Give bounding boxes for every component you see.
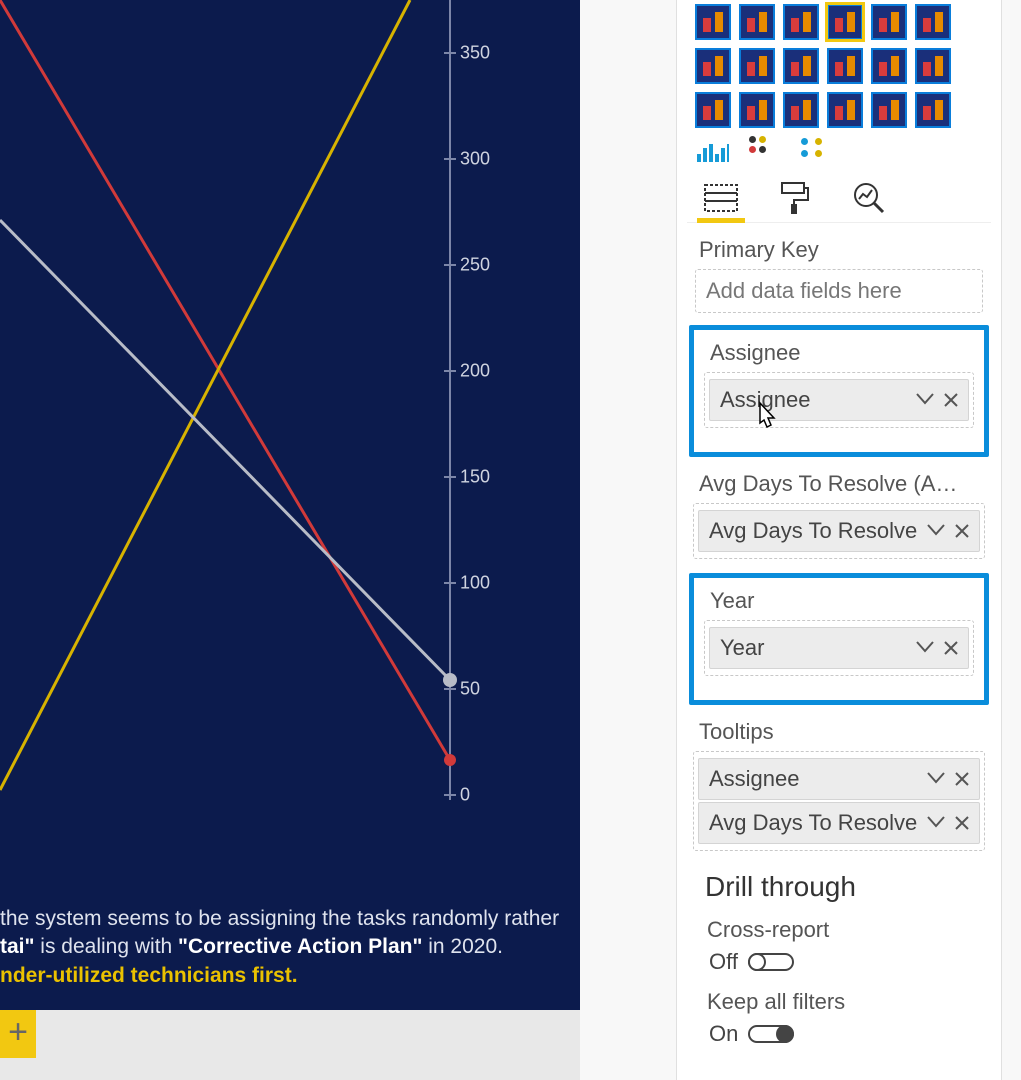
- viz-tile[interactable]: [915, 48, 951, 84]
- remove-field-icon[interactable]: [955, 772, 969, 786]
- visual-gallery: [687, 0, 991, 162]
- fields-icon: [704, 184, 738, 212]
- viz-tile-extra[interactable]: [801, 136, 833, 162]
- viz-tile[interactable]: [739, 92, 775, 128]
- field-pill-label: Avg Days To Resolve: [709, 810, 917, 836]
- viz-tile[interactable]: [695, 48, 731, 84]
- viz-tile[interactable]: [695, 92, 731, 128]
- chevron-down-icon[interactable]: [916, 393, 934, 407]
- format-tab[interactable]: [775, 182, 815, 222]
- viz-tile[interactable]: [783, 92, 819, 128]
- drill-through-header: Drill through: [705, 871, 991, 903]
- y-tick-0: 0: [460, 785, 470, 806]
- pane-tabs: [687, 176, 991, 223]
- chevron-down-icon[interactable]: [916, 641, 934, 655]
- remove-field-icon[interactable]: [955, 524, 969, 538]
- year-highlight: Year Year: [689, 573, 989, 705]
- viz-tile[interactable]: [871, 4, 907, 40]
- field-pill-label: Assignee: [709, 766, 800, 792]
- avg-days-label: Avg Days To Resolve (Assign…: [699, 471, 959, 497]
- analytics-tab[interactable]: [849, 182, 889, 222]
- keep-filters-toggle[interactable]: [748, 1025, 794, 1043]
- chevron-down-icon[interactable]: [927, 524, 945, 538]
- page-tab-bar: +: [0, 1010, 580, 1080]
- field-pill-label: Avg Days To Resolve: [709, 518, 917, 544]
- primary-key-well[interactable]: Add data fields here: [695, 269, 983, 313]
- avg-days-field-pill[interactable]: Avg Days To Resolve: [698, 510, 980, 552]
- chevron-down-icon[interactable]: [927, 816, 945, 830]
- y-tick-250: 250: [460, 255, 490, 276]
- year-label: Year: [710, 588, 980, 614]
- y-tick-50: 50: [460, 679, 480, 700]
- viz-tile-extra[interactable]: [697, 136, 729, 162]
- avg-days-well[interactable]: Avg Days To Resolve: [693, 503, 985, 559]
- viz-tile[interactable]: [827, 48, 863, 84]
- year-field-pill[interactable]: Year: [709, 627, 969, 669]
- y-tick-150: 150: [460, 467, 490, 488]
- viz-tile[interactable]: [915, 92, 951, 128]
- tooltip-field-pill[interactable]: Avg Days To Resolve: [698, 802, 980, 844]
- assignee-label: Assignee: [710, 340, 980, 366]
- insight-text: the system seems to be assigning the tas…: [0, 905, 571, 990]
- assignee-well[interactable]: Assignee: [704, 372, 974, 428]
- viz-tile[interactable]: [783, 4, 819, 40]
- viz-tile[interactable]: [739, 48, 775, 84]
- cross-report-label: Cross-report: [707, 917, 991, 943]
- analytics-icon: [852, 181, 886, 215]
- assignee-highlight: Assignee Assignee: [689, 325, 989, 457]
- primary-key-label: Primary Key: [699, 237, 991, 263]
- y-tick-350: 350: [460, 43, 490, 64]
- visualizations-panel: Primary Key Add data fields here Assigne…: [580, 0, 1021, 1080]
- remove-field-icon[interactable]: [944, 641, 958, 655]
- year-well[interactable]: Year: [704, 620, 974, 676]
- viz-tile[interactable]: [695, 4, 731, 40]
- viz-tile[interactable]: [739, 4, 775, 40]
- tooltip-field-pill[interactable]: Assignee: [698, 758, 980, 800]
- remove-field-icon[interactable]: [955, 816, 969, 830]
- field-pill-label: Year: [720, 635, 764, 661]
- tooltips-well[interactable]: Assignee Avg Days To Resolve: [693, 751, 985, 851]
- keep-filters-label: Keep all filters: [707, 989, 991, 1015]
- viz-tile-selected[interactable]: [827, 4, 863, 40]
- cross-report-state: Off: [709, 949, 738, 975]
- field-pill-label: Assignee: [720, 387, 811, 413]
- chevron-down-icon[interactable]: [927, 772, 945, 786]
- y-tick-200: 200: [460, 361, 490, 382]
- assignee-field-pill[interactable]: Assignee: [709, 379, 969, 421]
- tooltips-label: Tooltips: [699, 719, 991, 745]
- viz-tile-extra[interactable]: [749, 136, 781, 162]
- viz-tile[interactable]: [871, 92, 907, 128]
- new-page-button[interactable]: +: [0, 1010, 36, 1058]
- viz-tile[interactable]: [783, 48, 819, 84]
- fields-tab[interactable]: [701, 182, 741, 222]
- keep-filters-state: On: [709, 1021, 738, 1047]
- viz-tile[interactable]: [871, 48, 907, 84]
- viz-tile[interactable]: [827, 92, 863, 128]
- cross-report-toggle[interactable]: [748, 953, 794, 971]
- remove-field-icon[interactable]: [944, 393, 958, 407]
- viz-tile[interactable]: [915, 4, 951, 40]
- report-canvas[interactable]: 0 50 100 150 200 250 300 350 the system …: [0, 0, 580, 1010]
- y-tick-100: 100: [460, 573, 490, 594]
- line-chart: [0, 0, 580, 830]
- y-tick-300: 300: [460, 149, 490, 170]
- paint-roller-icon: [780, 181, 810, 215]
